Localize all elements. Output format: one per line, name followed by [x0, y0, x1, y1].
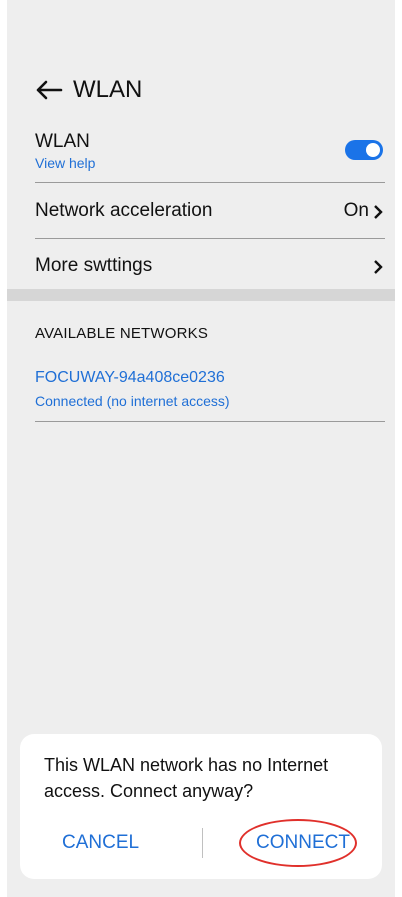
no-internet-dialog: This WLAN network has no Internet access… [20, 734, 382, 879]
page-title: WLAN [73, 76, 143, 103]
network-acceleration-row[interactable]: Network acceleration On [7, 190, 395, 234]
app-header: WLAN [7, 72, 395, 106]
highlight-circle [239, 819, 357, 867]
divider [35, 238, 385, 239]
dialog-message: This WLAN network has no Internet access… [44, 755, 329, 801]
chevron-right-icon [374, 205, 383, 219]
toggle-knob [366, 143, 380, 157]
available-networks-heading: AVAILABLE NETWORKS [35, 325, 209, 342]
divider [35, 421, 385, 422]
network-acceleration-label: Network acceleration [35, 200, 213, 221]
divider [35, 182, 385, 183]
network-name[interactable]: FOCUWAY-94a408ce0236 [35, 369, 225, 387]
button-divider [202, 828, 203, 858]
more-settings-label: More swttings [35, 255, 153, 276]
view-help-link[interactable]: View help [35, 155, 95, 171]
section-separator [7, 289, 395, 301]
arrow-left-icon[interactable] [35, 80, 63, 100]
chevron-right-icon [374, 260, 383, 274]
cancel-button[interactable]: CANCEL [62, 832, 139, 854]
wlan-toggle-row[interactable]: WLAN View help [7, 128, 395, 178]
wlan-toggle-switch[interactable] [345, 140, 383, 160]
network-status: Connected (no internet access) [35, 393, 230, 409]
network-acceleration-value: On [343, 200, 369, 221]
more-settings-row[interactable]: More swttings [7, 245, 395, 287]
wlan-label: WLAN [35, 131, 90, 152]
